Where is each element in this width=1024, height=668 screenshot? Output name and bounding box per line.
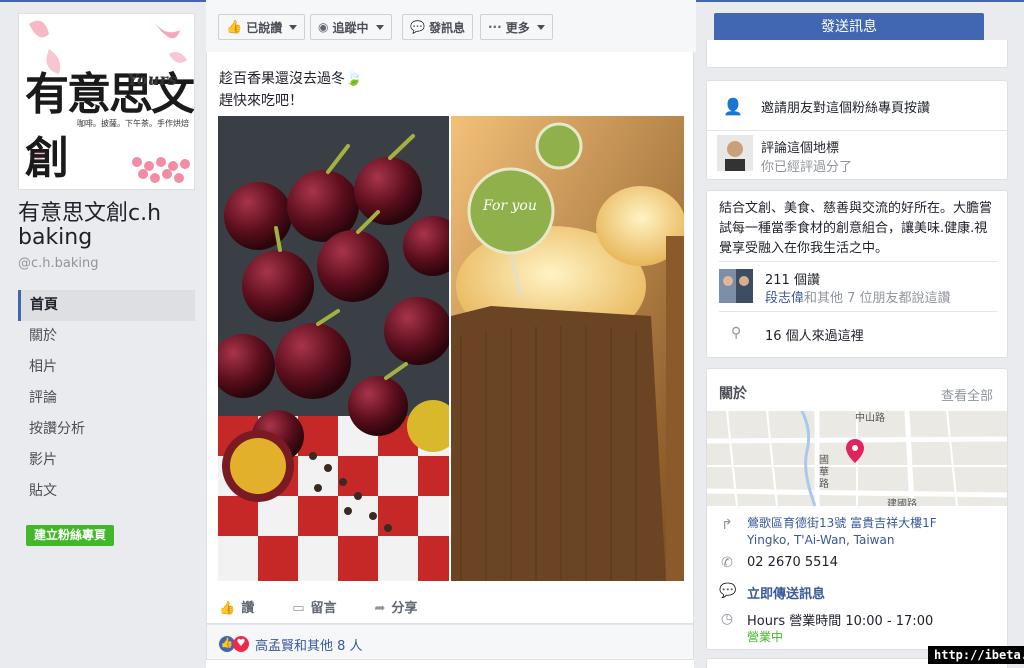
friends-avatar[interactable] <box>719 269 753 303</box>
nav-item-reviews[interactable]: 評論 <box>18 383 195 414</box>
logo-yours-text: Yours <box>127 70 177 89</box>
friends-like-rest: 和其他 7 位朋友都說這讚 <box>804 291 951 306</box>
like-action[interactable]: 👍 讚 <box>219 597 254 616</box>
chevron-down-icon <box>289 24 298 30</box>
divider <box>719 261 997 262</box>
opening-hours: Hours 營業時間 10:00 - 17:00 <box>747 614 934 629</box>
page-nav: 首頁 關於 相片 評論 按讚分析 影片 貼文 <box>18 290 195 507</box>
divider <box>707 130 1007 131</box>
post-card: 趁百香果還沒去過冬🍃 趕快來吃吧！ For you 👍 讚 ▭ 留言 ➦ 分享 <box>206 52 694 624</box>
invite-friends-link[interactable]: 邀請朋友對這個粉絲專頁按讚 <box>761 97 930 116</box>
friend-name-link[interactable]: 段志偉 <box>765 291 804 306</box>
more-button[interactable]: ··· 更多 <box>480 14 553 40</box>
nav-item-about[interactable]: 關於 <box>18 321 195 352</box>
divider <box>719 311 997 312</box>
map[interactable]: 中山路 國華路 建國路 <box>707 411 1007 506</box>
page-title[interactable]: 有意思文創c.h baking <box>18 202 198 250</box>
comment-input-row[interactable] <box>206 660 694 668</box>
nav-item-posts[interactable]: 貼文 <box>18 476 195 507</box>
following-label: 追蹤中 <box>332 20 369 35</box>
avatar[interactable] <box>717 135 753 171</box>
share-icon: ➦ <box>374 601 386 616</box>
post-text-line: 趁百香果還沒去過冬🍃 <box>219 71 363 87</box>
profile-picture[interactable]: 有意思文創 Yours 咖啡。披薩。下午茶。手作烘焙 <box>18 13 195 190</box>
post-photo-passionfruit[interactable] <box>218 116 449 581</box>
love-reaction-icon: ♥ <box>233 636 249 652</box>
post-text: 趁百香果還沒去過冬🍃 趕快來吃吧！ <box>219 68 362 112</box>
community-card: 👤 邀請朋友對這個粉絲專頁按讚 評論這個地標 你已經評過分了 <box>706 80 1008 180</box>
post-photo-muffin[interactable]: For you <box>451 116 684 581</box>
nav-item-insights[interactable]: 按讚分析 <box>18 414 195 445</box>
watermark: http://ibeta.tw <box>928 646 1024 664</box>
post-text-line: 趕快來吃吧！ <box>219 93 303 109</box>
nav-item-home[interactable]: 首頁 <box>18 290 195 321</box>
address-line: 鶯歌區育德街13號 富貴吉祥大樓1F <box>747 516 937 530</box>
thumbs-up-icon: 👍 <box>219 601 236 616</box>
page-handle[interactable]: @c.h.baking <box>18 256 99 271</box>
following-button[interactable]: ◉ 追蹤中 <box>310 14 392 40</box>
open-now-status: 營業中 <box>747 630 784 644</box>
nav-item-videos[interactable]: 影片 <box>18 445 195 476</box>
map-street-label: 國華路 <box>819 455 829 490</box>
reactions-bar: 👍 ♥ 高孟賢和其他 8 人 <box>206 624 694 660</box>
send-message-now-link[interactable]: 立即傳送訊息 <box>747 583 825 602</box>
chevron-down-icon <box>375 24 384 30</box>
checkins-text: 16 個人來過這裡 <box>765 329 864 344</box>
thumbs-up-icon: 👍 <box>226 19 243 35</box>
logo-tagline: 咖啡。披薩。下午茶。手作烘焙 <box>77 119 189 128</box>
about-card: 關於 查看全部 中山路 國華路 建國路 ↱ 鶯歌區育德街13號 富貴吉祥大樓1F… <box>706 368 1008 650</box>
like-label: 讚 <box>241 601 255 616</box>
page-description: 結合文創、美食、慈善與交流的好所在。大膽嘗試每一種當季食材的創意組合，讓美味.健… <box>719 201 993 256</box>
review-subtitle: 你已經評過分了 <box>761 160 853 175</box>
rss-icon: ◉ <box>318 20 329 34</box>
phone-number: 02 2670 5514 <box>747 555 838 570</box>
see-all-link[interactable]: 查看全部 <box>941 385 993 404</box>
muffin-photo <box>451 116 684 581</box>
add-friend-icon: 👤 <box>723 97 743 116</box>
reactions-text[interactable]: 高孟賢和其他 8 人 <box>255 635 363 654</box>
likes-count: 211 個讚 <box>765 273 820 288</box>
more-dots-icon: ··· <box>488 20 502 34</box>
page-info-card: 結合文創、美食、慈善與交流的好所在。大膽嘗試每一種當季食材的創意組合，讓美味.健… <box>706 190 1008 358</box>
map-graphic <box>707 411 1007 506</box>
share-action[interactable]: ➦ 分享 <box>375 597 418 616</box>
review-title[interactable]: 評論這個地標 <box>761 137 839 156</box>
chevron-down-icon <box>536 24 545 30</box>
comment-action[interactable]: ▭ 留言 <box>292 597 336 616</box>
about-title: 關於 <box>719 386 747 402</box>
more-label: 更多 <box>505 20 530 35</box>
send-message-button[interactable]: 發送訊息 <box>714 13 984 41</box>
passionfruit-photo <box>218 116 449 581</box>
share-label: 分享 <box>391 601 418 616</box>
message-label: 發訊息 <box>428 20 465 35</box>
map-street-label: 建國路 <box>887 499 917 506</box>
friends-like-text: 段志偉和其他 7 位朋友都說這讚 <box>765 287 951 306</box>
message-button[interactable]: 💬 發訊息 <box>402 14 473 40</box>
address-link[interactable]: 鶯歌區育德街13號 富貴吉祥大樓1F Yingko, T'Ai-Wan, Tai… <box>747 515 937 549</box>
liked-button[interactable]: 👍 已說讚 <box>218 14 306 40</box>
comment-icon: ▭ <box>292 601 305 616</box>
search-posts-card[interactable] <box>706 40 1008 68</box>
map-street-label: 中山路 <box>855 413 885 424</box>
map-pin-icon: ⚲ <box>731 325 742 341</box>
address-line: Yingko, T'Ai-Wan, Taiwan <box>747 533 895 547</box>
clock-icon: ◷ <box>720 611 734 627</box>
create-page-button[interactable]: 建立粉絲專頁 <box>26 525 115 546</box>
post-action-row: 👍 讚 ▭ 留言 ➦ 分享 <box>219 597 417 616</box>
photo-tag-text: For you <box>483 198 537 214</box>
nav-item-photos[interactable]: 相片 <box>18 352 195 383</box>
phone-icon: ✆ <box>721 555 733 571</box>
liked-label: 已說讚 <box>246 20 283 35</box>
messenger-icon: 💬 <box>719 583 737 599</box>
directions-icon: ↱ <box>721 517 733 533</box>
comment-label: 留言 <box>310 601 337 616</box>
messenger-icon: 💬 <box>410 20 425 34</box>
